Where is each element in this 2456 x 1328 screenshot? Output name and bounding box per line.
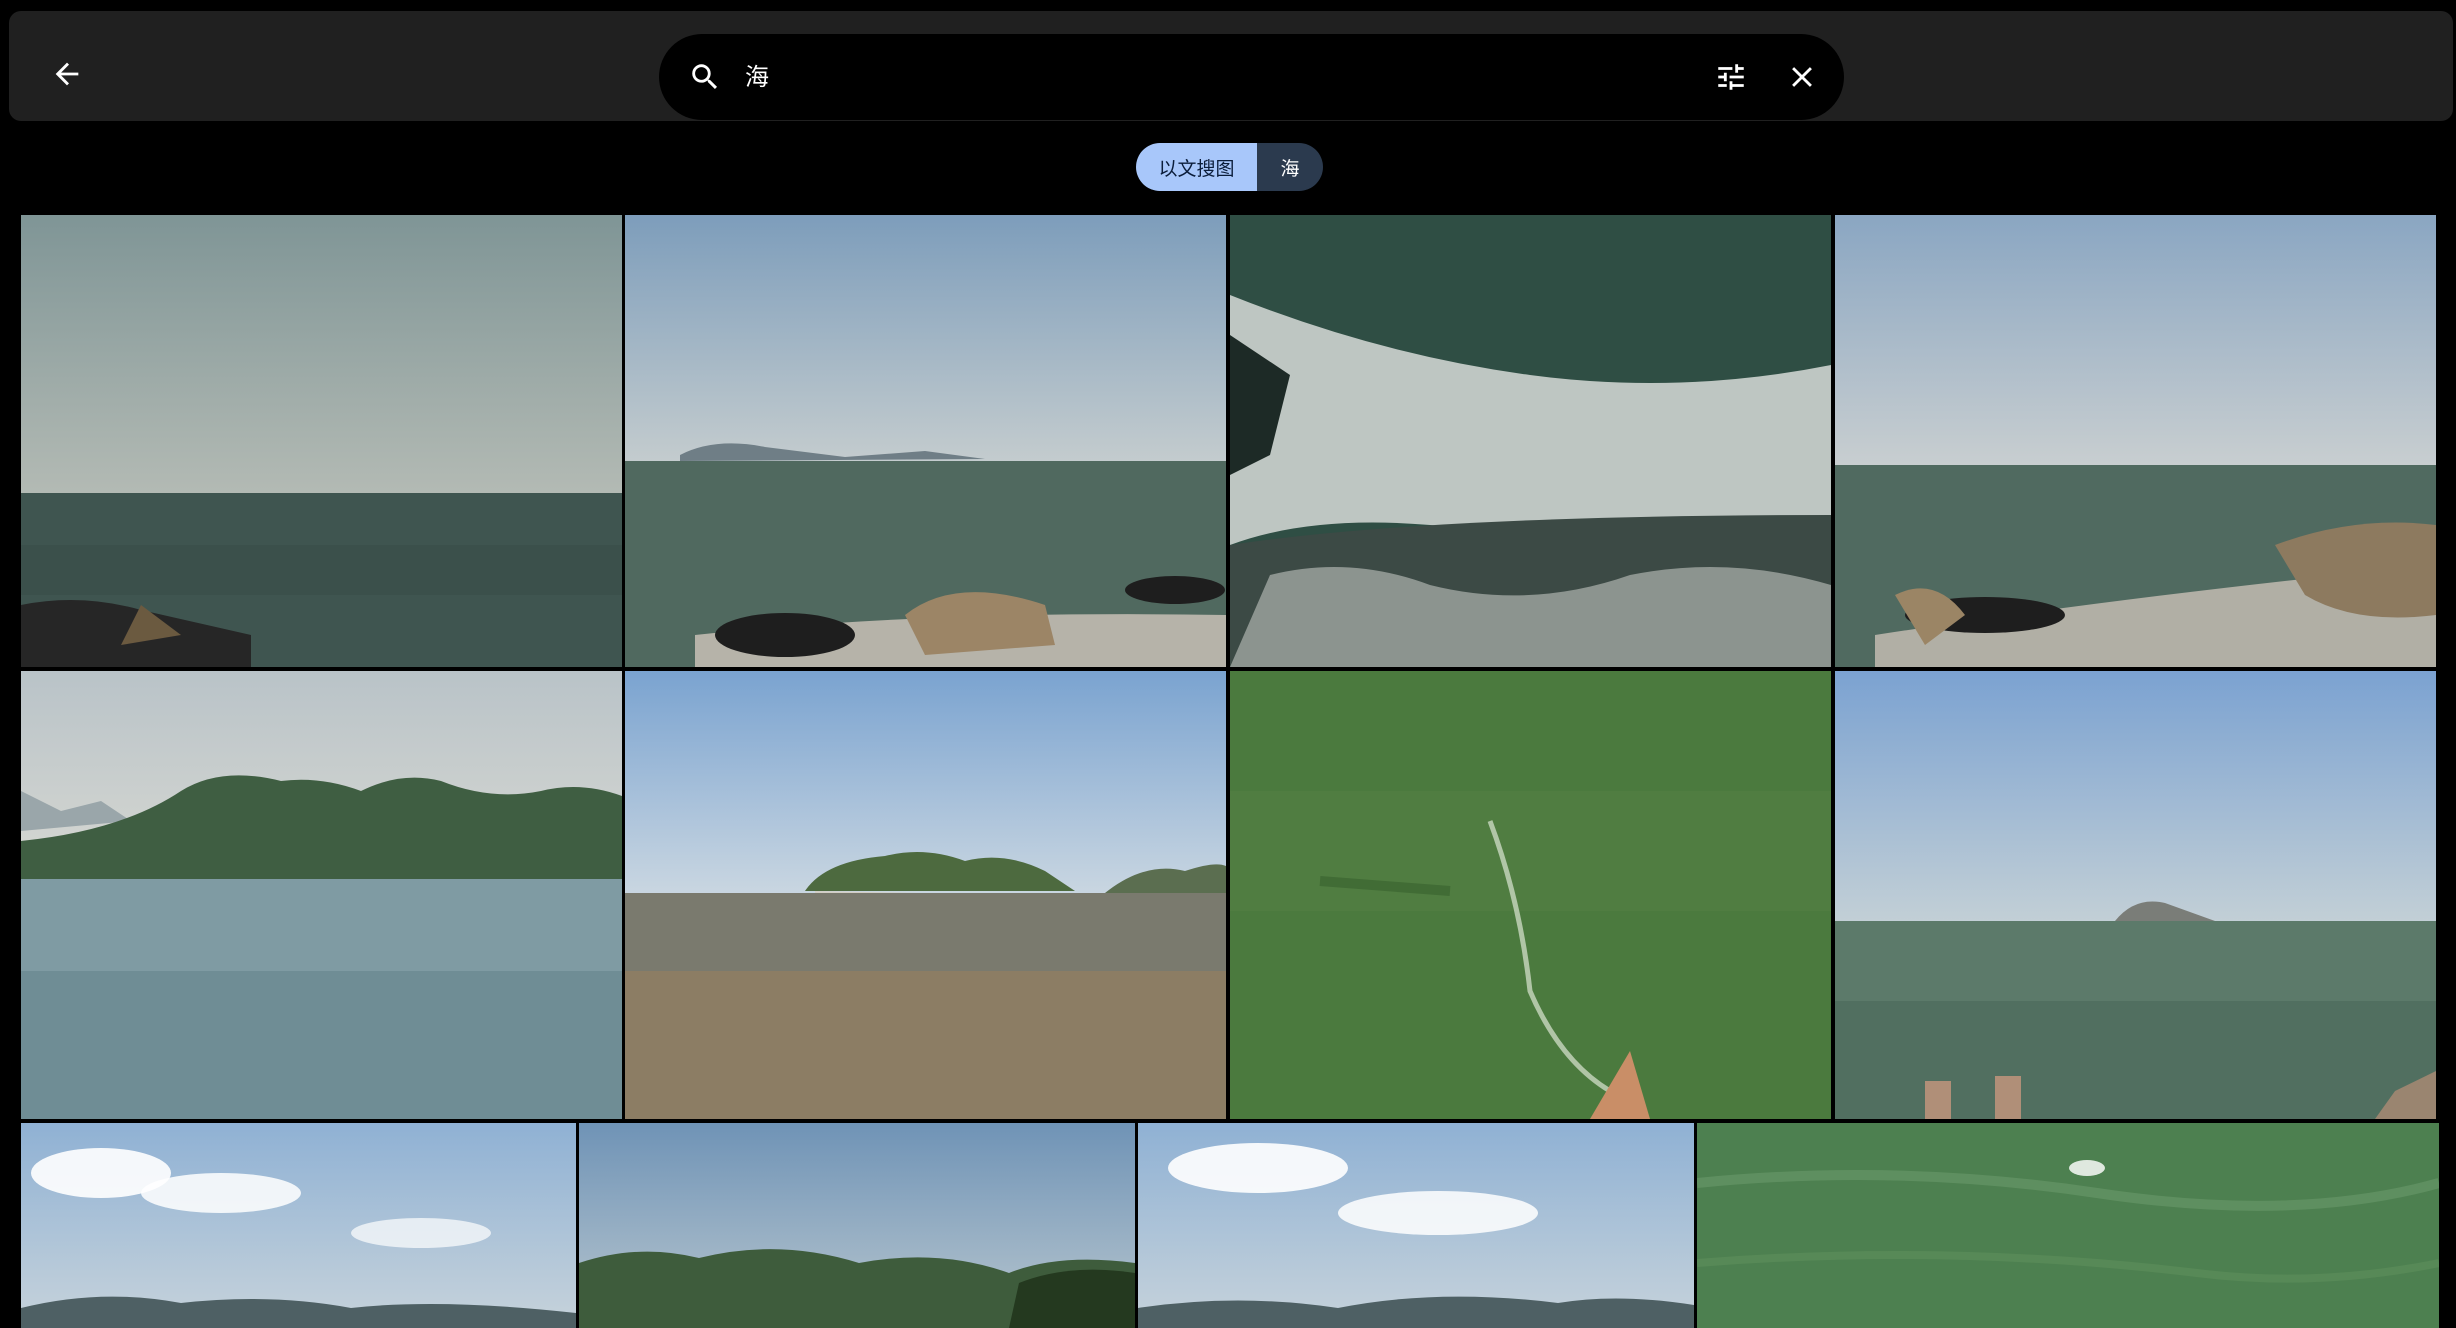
result-image[interactable] [1835,215,2436,667]
top-app-bar [9,11,2453,121]
result-image[interactable] [1230,215,1831,667]
result-image[interactable] [1835,671,2436,1119]
chip-text-to-image[interactable]: 以文搜图 [1136,143,1257,191]
close-icon [1792,67,1812,87]
result-image[interactable] [579,1123,1135,1328]
search-icon[interactable] [683,55,727,99]
search-input[interactable] [745,52,1605,102]
result-image[interactable] [21,671,622,1119]
tune-icon [1718,64,1744,90]
result-image[interactable] [625,215,1226,667]
clear-search-button[interactable] [1777,52,1827,102]
filter-button[interactable] [1706,52,1756,102]
result-image[interactable] [21,215,622,667]
arrow-back-icon [55,62,79,86]
search-bar [659,34,1844,120]
back-button[interactable] [40,47,94,101]
chip-query[interactable]: 海 [1257,143,1323,191]
result-image[interactable] [1138,1123,1694,1328]
result-image[interactable] [1230,671,1831,1119]
result-image[interactable] [1697,1123,2439,1328]
result-image[interactable] [21,1123,576,1328]
results-grid [21,215,2439,1328]
search-chips: 以文搜图 海 [1136,143,1323,191]
result-image[interactable] [625,671,1226,1119]
